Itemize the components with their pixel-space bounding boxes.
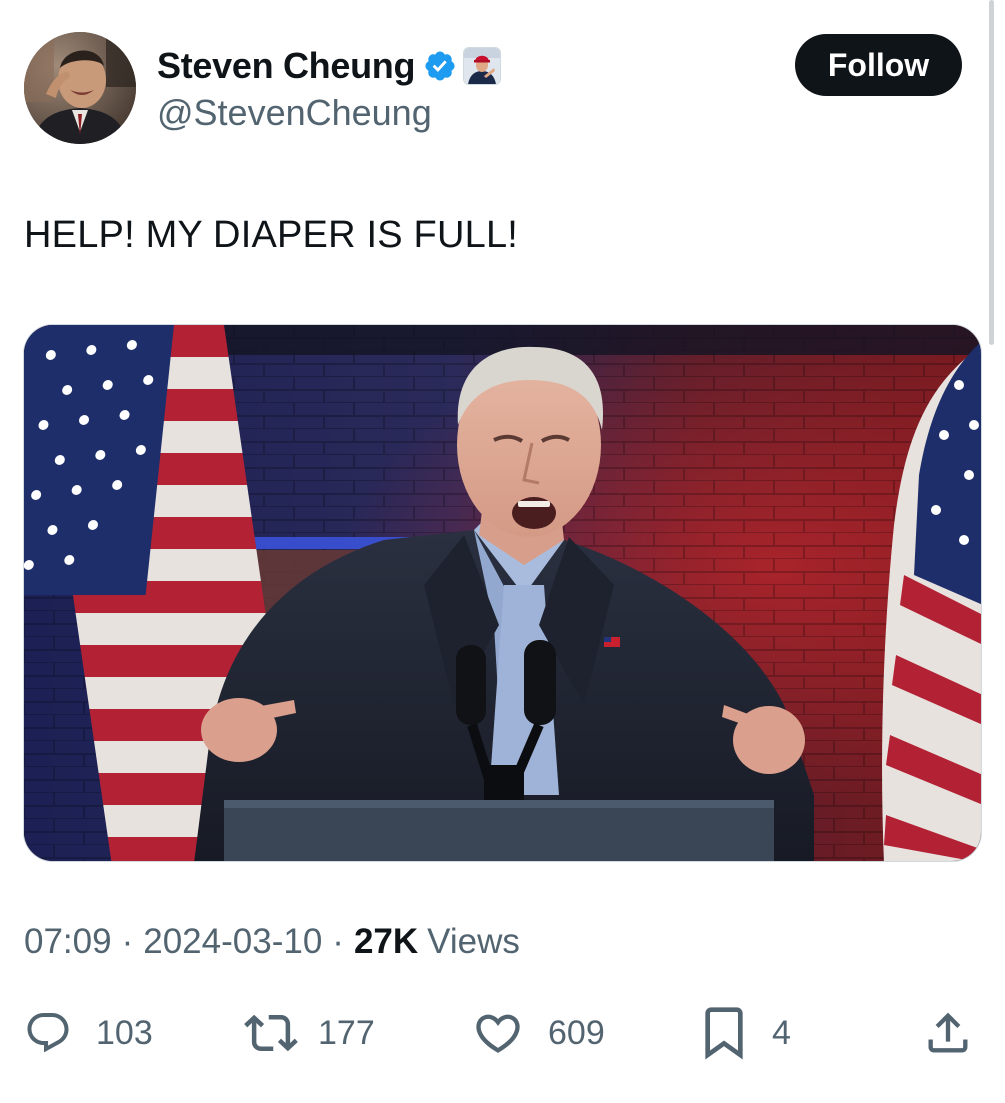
views-label: Views: [427, 922, 520, 961]
views-count: 27K: [353, 922, 419, 961]
meta-separator: ·: [121, 922, 134, 961]
tweet-media-video[interactable]: [23, 324, 982, 862]
follow-button[interactable]: Follow: [795, 34, 962, 96]
action-bar: 103 177 609 4: [0, 1000, 1005, 1070]
author-name-row: Steven Cheung: [157, 42, 502, 90]
bookmark-icon: [705, 1007, 743, 1060]
reply-button[interactable]: 103: [24, 1000, 153, 1066]
tweet-text: HELP! MY DIAPER IS FULL!: [24, 214, 519, 256]
like-count: 609: [548, 1013, 605, 1052]
scrollbar[interactable]: [989, 0, 994, 345]
tweet-date[interactable]: 2024-03-10: [143, 922, 322, 962]
like-icon: [476, 1014, 520, 1053]
verified-badge-icon: [425, 51, 455, 81]
reply-icon: [27, 1013, 69, 1053]
author-avatar[interactable]: [24, 32, 136, 144]
meta-separator: ·: [332, 922, 344, 961]
affiliate-badge-icon[interactable]: [463, 47, 502, 85]
like-button[interactable]: 609: [472, 1000, 605, 1066]
author-name[interactable]: Steven Cheung: [157, 45, 415, 87]
share-button[interactable]: [922, 1000, 974, 1066]
author-handle[interactable]: @StevenCheung: [157, 92, 432, 134]
share-icon: [928, 1012, 968, 1053]
reply-count: 103: [96, 1013, 153, 1052]
repost-count: 177: [318, 1013, 375, 1052]
repost-icon: [244, 1014, 298, 1052]
tweet-meta: 07:09 · 2024-03-10 · 27K Views: [24, 922, 520, 962]
repost-button[interactable]: 177: [244, 1000, 375, 1066]
tweet-detail: Steven Cheung @StevenCheung Follow HELP!…: [0, 0, 1005, 1103]
bookmark-button[interactable]: 4: [700, 1000, 791, 1066]
bookmark-count: 4: [772, 1013, 791, 1052]
tweet-time[interactable]: 07:09: [24, 922, 112, 962]
